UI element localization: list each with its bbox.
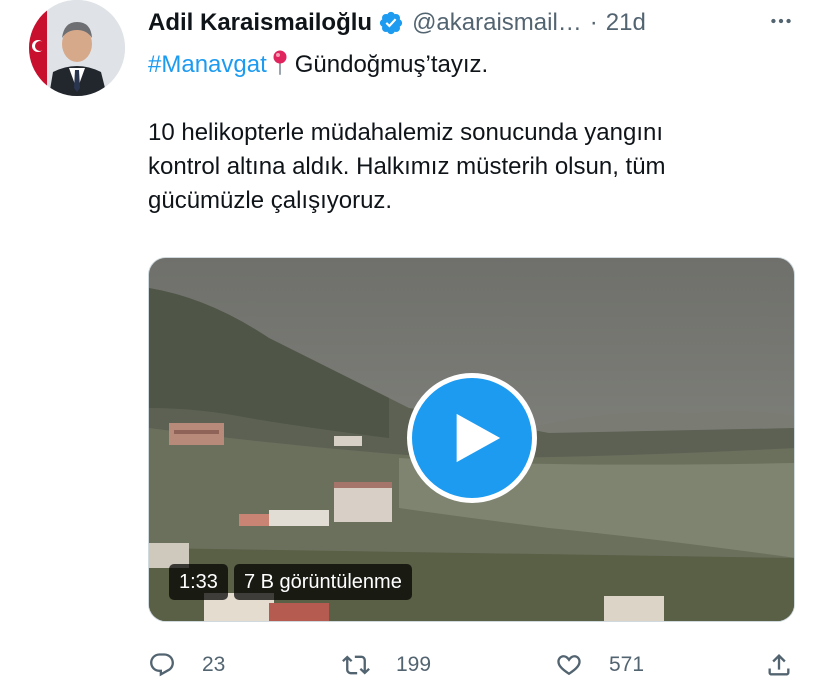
like-button[interactable]: 571 — [555, 645, 644, 685]
share-button[interactable] — [765, 645, 793, 685]
retweet-button[interactable]: 199 — [342, 645, 431, 685]
tweet-text: #Manavgat Gündoğmuş’tayız. 10 helikopterl… — [148, 48, 788, 218]
reply-icon — [150, 653, 174, 677]
tweet-text-line — [148, 82, 788, 116]
like-count: 571 — [609, 653, 645, 676]
separator-dot: · — [589, 9, 598, 36]
verified-badge-icon — [378, 10, 404, 36]
more-options-icon — [771, 18, 791, 24]
video-player[interactable]: 1:33 7 B görüntülenme — [148, 257, 795, 622]
retweet-count: 199 — [396, 653, 432, 676]
video-duration: 1:33 — [169, 564, 228, 600]
hashtag-link[interactable]: #Manavgat — [148, 51, 267, 78]
video-badges: 1:33 7 B görüntülenme — [169, 564, 412, 600]
author-name[interactable]: Adil Karaismailoğlu — [148, 9, 372, 37]
avatar[interactable] — [29, 0, 125, 96]
share-icon — [768, 654, 790, 676]
tweet-text-line: #Manavgat Gündoğmuş’tayız. — [148, 48, 788, 82]
tweet-text-line: 10 helikopterle müdahalemiz sonucunda ya… — [148, 119, 664, 146]
tweet-actions: 23 199 571 — [0, 645, 827, 685]
reply-count: 23 — [202, 653, 226, 676]
author-handle[interactable]: @akaraismail… — [412, 9, 582, 37]
video-view-count: 7 B görüntülenme — [233, 564, 412, 600]
round-pushpin-icon — [271, 50, 289, 76]
tweet-header: Adil Karaismailoğlu @akaraismail… · 21d — [148, 6, 646, 40]
heart-icon — [557, 655, 581, 676]
more-options-button[interactable] — [766, 6, 796, 36]
tweet-text-line: kontrol altına aldık. Halkımız müsterih … — [148, 153, 666, 180]
avatar-photo — [29, 0, 125, 96]
play-button[interactable] — [407, 373, 537, 503]
tweet-text-location: Gündoğmuş’tayız. — [294, 51, 489, 78]
tweet-timestamp[interactable]: 21d — [606, 9, 646, 37]
reply-button[interactable]: 23 — [148, 645, 225, 685]
retweet-icon — [342, 655, 370, 675]
play-icon — [456, 413, 501, 463]
tweet-text-line: gücümüzle çalışıyoruz. — [148, 187, 393, 214]
